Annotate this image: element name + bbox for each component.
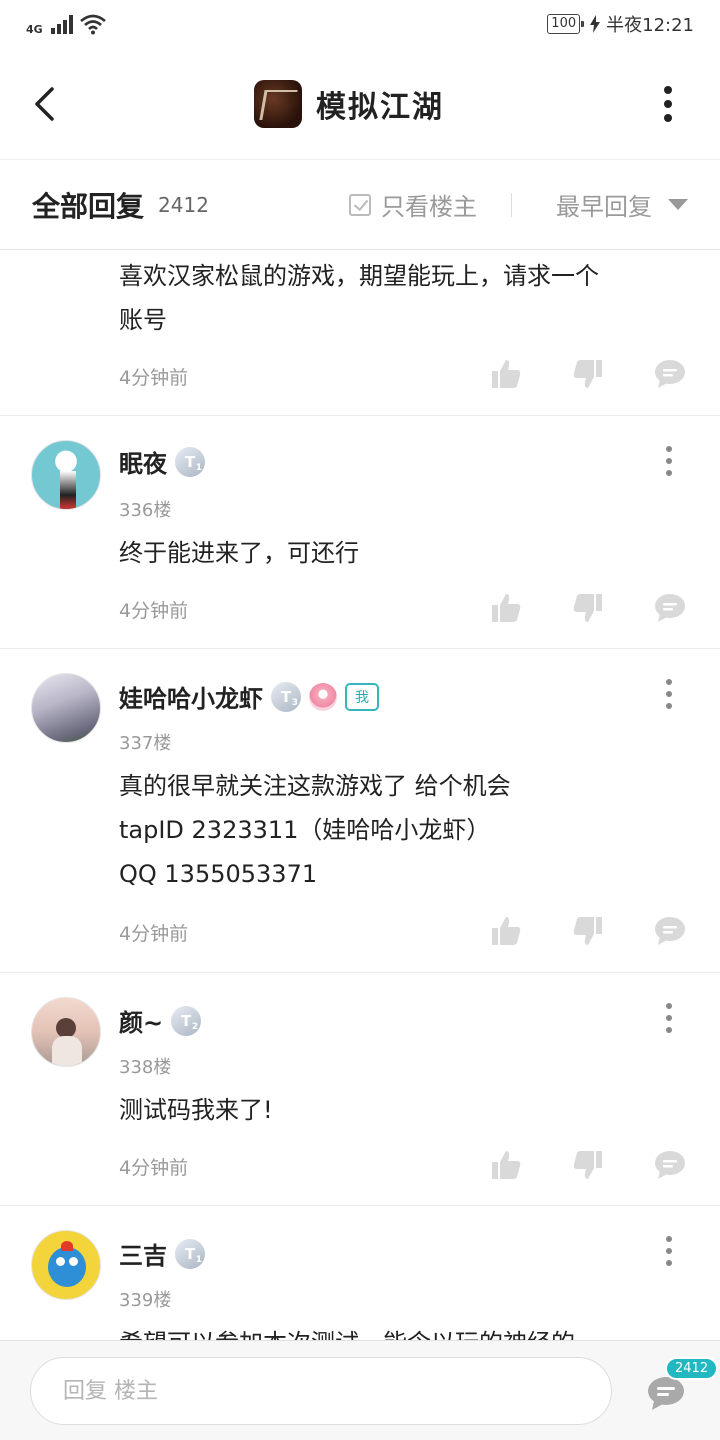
checkbox-icon [349,193,371,216]
comment-text: 测试码我来了! [119,1096,273,1124]
thumbs-up-icon[interactable] [490,358,522,390]
sort-dropdown[interactable]: 最早回复 [556,187,688,222]
comment-text: 喜欢汉家松鼠的游戏，期望能玩上，请求一个 账号 [119,262,599,334]
avatar[interactable] [31,997,101,1067]
reply-input[interactable] [30,1357,612,1425]
chevron-left-icon [35,87,54,121]
comment-time: 4分钟前 [119,923,189,945]
reply-bar: 2412 [0,1340,720,1440]
floor-number: 338楼 [119,1057,172,1078]
floor-number: 336楼 [119,500,172,521]
level-badge-icon: T3 [271,681,301,712]
comment-item: 喜欢汉家松鼠的游戏，期望能玩上，请求一个 账号 4分钟前 [0,250,720,416]
comment-item: 三吉 T1 339楼 希望可以参加本次测试，能令以玩的神经的 [0,1206,720,1340]
reply-bubble-icon[interactable] [654,592,686,624]
charging-icon [590,15,601,33]
app-logo-icon [254,80,302,128]
thumbs-up-icon[interactable] [490,592,522,624]
top-app-bar: 模拟江湖 [0,48,720,160]
avatar[interactable] [31,673,101,743]
replies-heading: 全部回复 [32,189,145,223]
flower-badge-icon [309,682,337,711]
comment-more-button[interactable] [664,1003,674,1033]
username[interactable]: 颜~ [119,1003,163,1038]
level-badge-icon: T1 [175,446,205,477]
comment-more-button[interactable] [664,679,674,709]
reply-bubble-icon[interactable] [654,1149,686,1181]
avatar[interactable] [31,440,101,510]
signal-icon [50,14,73,34]
reply-bubble-icon[interactable] [654,915,686,947]
wifi-icon [79,14,106,35]
sort-label: 最早回复 [556,193,652,221]
thumbs-down-icon[interactable] [572,1149,604,1181]
more-vertical-icon [664,86,672,94]
status-bar: 4G 100 半夜12:21 [0,0,720,48]
username[interactable]: 眠夜 [119,444,167,479]
more-options-button[interactable] [660,86,676,122]
comment-text: 真的很早就关注这款游戏了 给个机会 tapID 2323311（娃哈哈小龙虾） … [119,772,511,888]
reply-filter-bar: 全部回复 2412 只看楼主 最早回复 [0,160,720,250]
divider [511,192,512,217]
comments-icon[interactable] [646,1375,686,1411]
thumbs-down-icon[interactable] [572,358,604,390]
comment-text: 终于能进来了，可还行 [119,539,359,567]
caret-down-icon [668,199,688,210]
reply-count-badge: 2412 [665,1357,719,1380]
only-op-label: 只看楼主 [381,193,477,221]
level-badge-icon: T1 [175,1238,205,1269]
comment-time: 4分钟前 [119,367,189,389]
username[interactable]: 三吉 [119,1236,167,1271]
thumbs-up-icon[interactable] [490,1149,522,1181]
avatar[interactable] [31,1230,101,1300]
me-badge: 我 [345,682,379,711]
comment-time: 4分钟前 [119,1157,189,1179]
comment-more-button[interactable] [664,1236,674,1266]
page-title: 模拟江湖 [316,90,444,125]
floor-number: 339楼 [119,1290,172,1311]
thumbs-down-icon[interactable] [572,592,604,624]
only-op-toggle[interactable]: 只看楼主 [349,187,477,222]
comment-time: 4分钟前 [119,600,189,622]
network-type: 4G [26,22,43,36]
forum-title[interactable]: 模拟江湖 [254,80,444,128]
battery-indicator: 100 [547,14,584,34]
thumbs-up-icon[interactable] [490,915,522,947]
comment-more-button[interactable] [664,446,674,476]
username[interactable]: 娃哈哈小龙虾 [119,679,263,714]
comment-item: 颜~ T2 338楼 测试码我来了! 4分钟前 [0,973,720,1206]
replies-count: 2412 [158,192,209,217]
floor-number: 337楼 [119,733,172,754]
clock: 半夜12:21 [606,15,694,36]
comment-list: 喜欢汉家松鼠的游戏，期望能玩上，请求一个 账号 4分钟前 眠夜 T1 336楼 … [0,250,720,1340]
comment-item: 眠夜 T1 336楼 终于能进来了，可还行 4分钟前 [0,416,720,649]
comment-item: 娃哈哈小龙虾 T3 我 337楼 真的很早就关注这款游戏了 给个机会 tapID… [0,649,720,973]
thumbs-down-icon[interactable] [572,915,604,947]
back-button[interactable] [26,84,62,124]
reply-bubble-icon[interactable] [654,358,686,390]
comment-text: 希望可以参加本次测试，能令以玩的神经的 [119,1321,684,1340]
level-badge-icon: T2 [171,1005,202,1036]
